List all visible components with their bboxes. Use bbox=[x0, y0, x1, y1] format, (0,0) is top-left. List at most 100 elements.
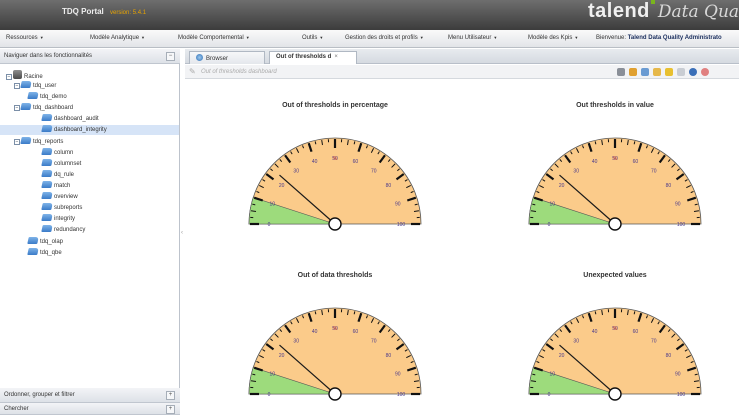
menu-item[interactable]: Ressources ▼ bbox=[6, 35, 44, 41]
gauge-unit-label: % bbox=[333, 326, 338, 332]
gauge-tick-label: 100 bbox=[677, 392, 686, 398]
expand-button[interactable]: + bbox=[166, 391, 175, 400]
tab-browser[interactable]: Browser bbox=[189, 51, 265, 64]
tree-node-column[interactable]: column bbox=[41, 148, 73, 158]
export-icon[interactable] bbox=[641, 68, 649, 76]
gauge-tick-label: 70 bbox=[651, 339, 657, 345]
star-icon[interactable] bbox=[665, 68, 673, 76]
folder-icon bbox=[41, 203, 53, 210]
tree-node-label: columnset bbox=[54, 161, 82, 167]
navigation-panel-header: Naviguer dans les fonctionnalités − bbox=[0, 49, 180, 64]
help-icon[interactable] bbox=[689, 68, 697, 76]
folder-icon[interactable] bbox=[653, 68, 661, 76]
gauge-tick-label: 100 bbox=[677, 222, 686, 228]
dashboard-content: Out of thresholds in percentage 0 10 20 30 40… bbox=[185, 80, 739, 415]
search-section[interactable]: Chercher + bbox=[0, 403, 180, 415]
menu-item[interactable]: Modèle Comportemental ▼ bbox=[178, 35, 250, 41]
gauge-tick-label: 40 bbox=[312, 329, 318, 335]
title-bar: TDQ Portal version: 5.4.1 talend Data Qua… bbox=[0, 0, 739, 30]
gauge-chart: 0102030405060708090100% bbox=[528, 307, 702, 401]
tab-close-icon[interactable]: × bbox=[334, 54, 338, 60]
gauge-tick-label: 10 bbox=[269, 202, 275, 208]
gauge-tick bbox=[694, 203, 698, 206]
tree-node-tdq-reports[interactable]: − tdq_reports bbox=[14, 137, 63, 147]
gauge-tick bbox=[414, 373, 418, 376]
tree-node-tdq-qbe[interactable]: tdq_qbe bbox=[27, 248, 62, 258]
collapse-toggle-icon[interactable]: − bbox=[14, 139, 20, 145]
welcome-prefix: Bienvenue: bbox=[596, 35, 627, 41]
tree-node-tdq-dashboard[interactable]: − tdq_dashboard bbox=[14, 103, 73, 113]
gauge-tick-label: 30 bbox=[293, 169, 299, 175]
tree-node-overview[interactable]: overview bbox=[41, 192, 78, 202]
gauge-tick-label: 30 bbox=[573, 169, 579, 175]
tree-node-racine[interactable]: − Racine bbox=[6, 70, 43, 80]
tree-node-dashboard-integrity[interactable]: dashboard_integrity bbox=[0, 125, 179, 135]
gauge-tick-label: 80 bbox=[666, 183, 672, 189]
gauge-tick bbox=[414, 203, 418, 206]
folder-icon bbox=[20, 103, 32, 110]
menu-bar: Ressources ▼ Modèle Analytique ▼ Modèle Comp… bbox=[0, 30, 739, 48]
refresh-icon[interactable] bbox=[629, 68, 637, 76]
gauge-tick-label: 70 bbox=[651, 169, 657, 175]
folder-icon bbox=[41, 181, 53, 188]
gauge-tick-label: 100 bbox=[397, 392, 406, 398]
page-icon[interactable] bbox=[677, 68, 685, 76]
tree-node-tdq-olap[interactable]: tdq_olap bbox=[27, 237, 63, 247]
gauge-tick bbox=[633, 141, 636, 145]
tree-node-dashboard-audit[interactable]: dashboard_audit bbox=[41, 114, 99, 124]
gauge-title: Out thresholds in value bbox=[576, 102, 654, 109]
sort-group-filter-section[interactable]: Ordonner, grouper et filtrer + bbox=[0, 388, 180, 403]
tree-node-label: dashboard_integrity bbox=[54, 127, 107, 133]
menu-item-label: Modèle des Kpis bbox=[528, 35, 573, 41]
gauge-tick-label: 60 bbox=[633, 159, 639, 165]
collapse-toggle-icon[interactable]: − bbox=[14, 83, 20, 89]
tab-bar: Browser Out of thresholds d × bbox=[185, 49, 739, 64]
menu-item[interactable]: Modèle Analytique ▼ bbox=[90, 35, 145, 41]
gauge-tick-label: 40 bbox=[592, 159, 598, 165]
menu-item-label: Modèle Analytique bbox=[90, 35, 140, 41]
tree-node-dq-rule[interactable]: dq_rule bbox=[41, 170, 74, 180]
tree-node-label: match bbox=[54, 183, 71, 189]
collapse-toggle-icon[interactable]: − bbox=[6, 74, 12, 80]
gauge-title: Unexpected values bbox=[583, 272, 647, 279]
tree-node-columnset[interactable]: columnset bbox=[41, 159, 82, 169]
tab-label: Out of thresholds d bbox=[276, 54, 332, 60]
menu-item[interactable]: Modèle des Kpis ▼ bbox=[528, 35, 578, 41]
menu-item[interactable]: Menu Utilisateur ▼ bbox=[448, 35, 497, 41]
tree-node-tdq-demo[interactable]: tdq_demo bbox=[27, 92, 67, 102]
search-section-label: Chercher bbox=[4, 406, 29, 412]
pencil-icon: ✎ bbox=[189, 67, 196, 76]
gauge-tick-label: 80 bbox=[386, 353, 392, 359]
tree-node-match[interactable]: match bbox=[41, 181, 71, 191]
gauge-unit-label: % bbox=[613, 326, 618, 332]
tree-node-label: overview bbox=[54, 194, 78, 200]
gauge-tick bbox=[252, 203, 256, 206]
menu-item-label: Modèle Comportemental bbox=[178, 35, 244, 41]
splitter-handle[interactable]: ‹ bbox=[181, 230, 184, 240]
folder-icon bbox=[27, 237, 39, 244]
menu-item[interactable]: Gestion des droits et profils ▼ bbox=[345, 35, 424, 41]
gauge-tick-label: 0 bbox=[548, 222, 551, 228]
gauge-tick-label: 0 bbox=[268, 392, 271, 398]
tab-out-of-thresholds[interactable]: Out of thresholds d × bbox=[269, 51, 357, 64]
tree-node-subreports[interactable]: subreports bbox=[41, 203, 83, 213]
tree-node-tdq-user[interactable]: − tdq_user bbox=[14, 81, 56, 91]
collapse-button[interactable]: − bbox=[166, 52, 175, 61]
menu-item[interactable]: Outils ▼ bbox=[302, 35, 323, 41]
gauge-tick-label: 90 bbox=[395, 202, 401, 208]
tree-node-label: subreports bbox=[54, 205, 83, 211]
gauge-tick-label: 10 bbox=[549, 372, 555, 378]
gauge-tick bbox=[353, 141, 356, 145]
close-icon[interactable] bbox=[701, 68, 709, 76]
app-title-text: TDQ Portal bbox=[62, 7, 104, 16]
chevron-down-icon: ▼ bbox=[419, 35, 424, 40]
gauge-tick-label: 90 bbox=[395, 372, 401, 378]
chevron-down-icon: ▼ bbox=[493, 35, 498, 40]
print-icon[interactable] bbox=[617, 68, 625, 76]
tree-node-integrity[interactable]: integrity bbox=[41, 214, 75, 224]
gauge-tick bbox=[314, 311, 317, 315]
gauge-tick-label: 70 bbox=[371, 169, 377, 175]
collapse-toggle-icon[interactable]: − bbox=[14, 105, 20, 111]
expand-button[interactable]: + bbox=[166, 405, 175, 414]
tree-node-redundancy[interactable]: redundancy bbox=[41, 225, 85, 235]
